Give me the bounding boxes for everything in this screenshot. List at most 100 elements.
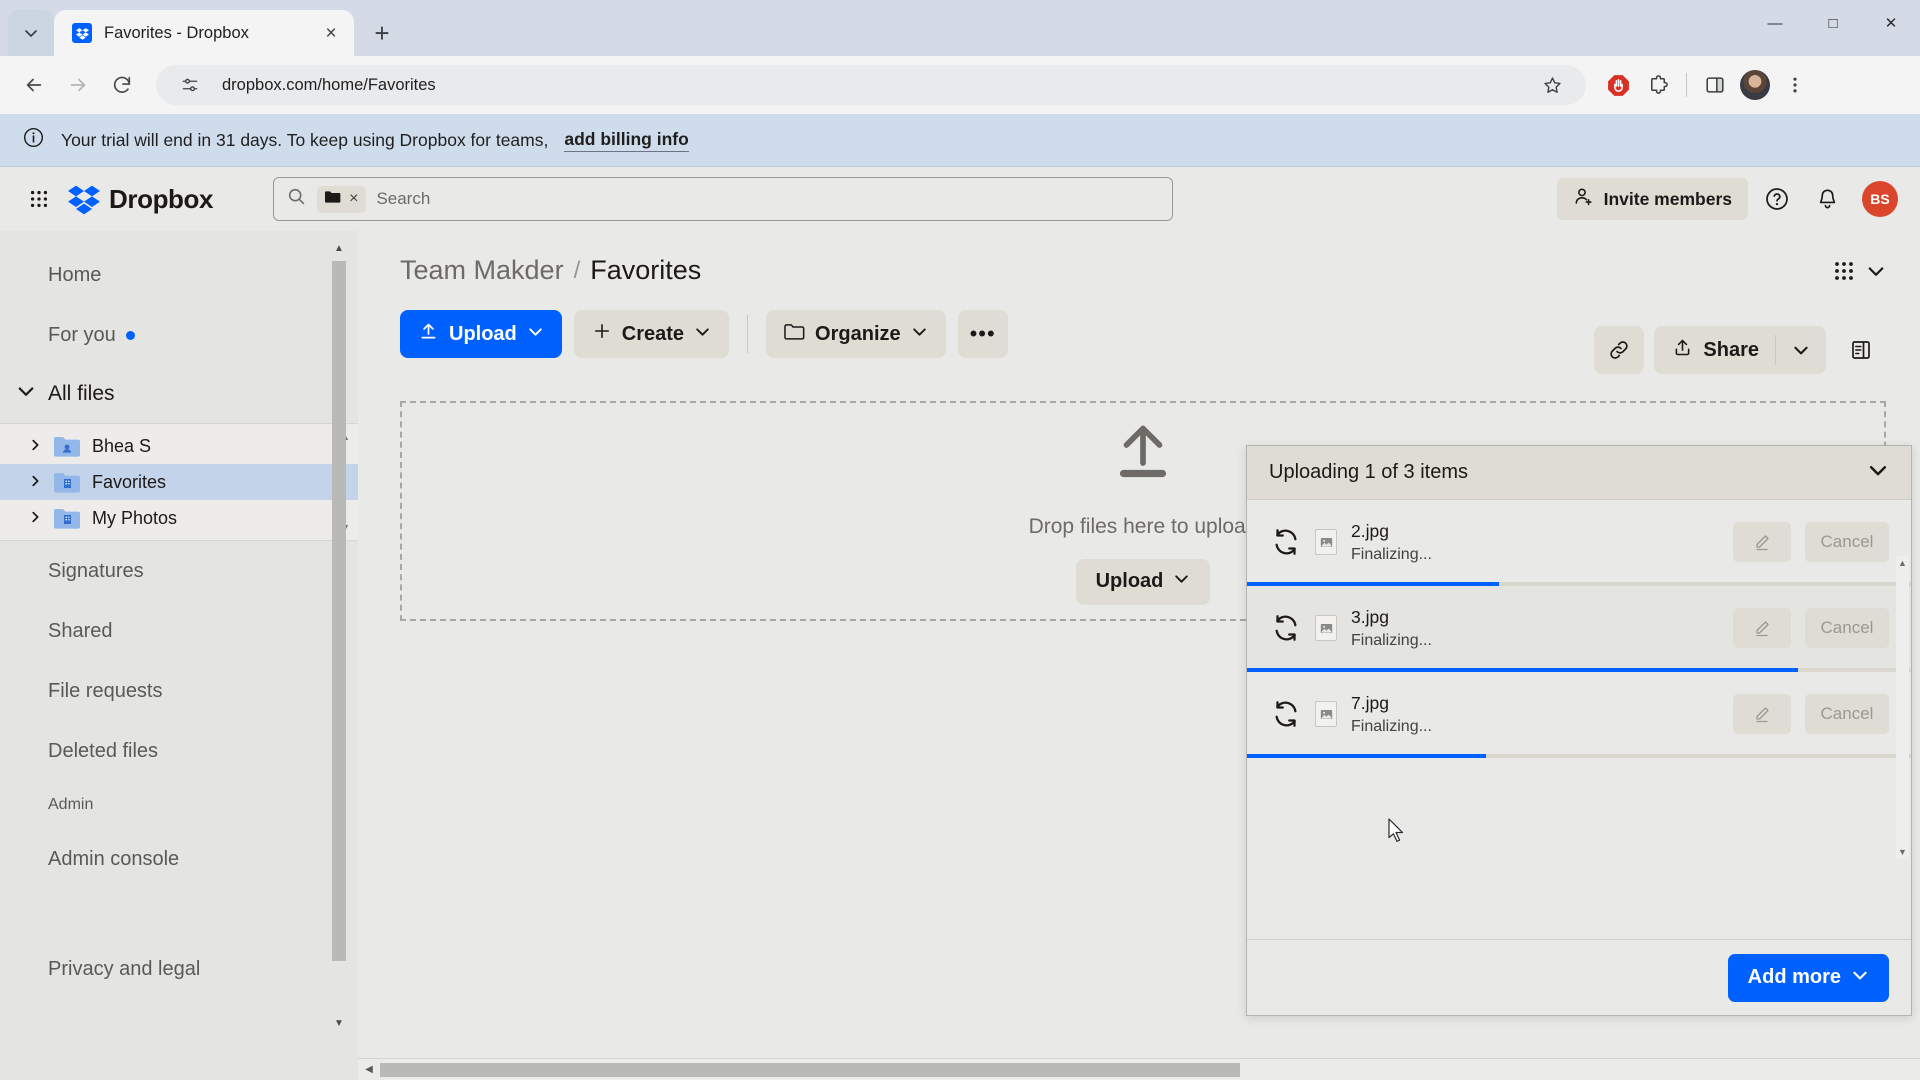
help-icon[interactable] [1756, 178, 1798, 220]
sidebar-scroll-up-icon[interactable]: ▲ [332, 239, 346, 257]
minimize-button[interactable]: — [1746, 0, 1804, 46]
sidebar-item-all-files[interactable]: All files [0, 365, 358, 423]
bookmark-star-icon[interactable] [1534, 67, 1570, 103]
share-button[interactable]: Share [1654, 326, 1826, 374]
bell-icon[interactable] [1806, 178, 1848, 220]
close-window-button[interactable]: ✕ [1862, 0, 1920, 46]
user-avatar[interactable]: BS [1862, 181, 1898, 217]
sidebar-item-label: File requests [48, 679, 163, 702]
dropbox-logo[interactable]: Dropbox [68, 183, 213, 215]
adblock-icon[interactable] [1600, 67, 1636, 103]
folder-label: My Photos [92, 507, 178, 528]
scroll-down-icon[interactable]: ▼ [1896, 845, 1909, 859]
pencil-icon[interactable] [1733, 694, 1791, 734]
forward-icon[interactable] [58, 65, 98, 105]
sidebar-folder-favorites[interactable]: Favorites [0, 464, 358, 500]
maximize-button[interactable]: □ [1804, 0, 1862, 46]
add-billing-info-link[interactable]: add billing info [564, 129, 689, 152]
add-more-button[interactable]: Add more [1727, 953, 1889, 1002]
info-icon [22, 126, 45, 154]
chevron-down-icon [1173, 570, 1190, 593]
chrome-menu-icon[interactable] [1777, 67, 1813, 103]
invite-members-label: Invite members [1603, 188, 1732, 209]
pencil-icon[interactable] [1733, 522, 1791, 562]
scroll-left-icon[interactable]: ◀ [358, 1059, 380, 1080]
shared-folder-icon [54, 436, 80, 457]
breadcrumb: Team Makder / Favorites [400, 231, 1920, 286]
sidebar-scrollbar-thumb[interactable] [332, 261, 346, 961]
horizontal-scrollbar[interactable]: ◀ [358, 1058, 1920, 1080]
share-dropdown-chevron-down-icon[interactable] [1776, 341, 1826, 359]
search-scope-chip[interactable]: × [317, 185, 367, 213]
chevron-right-icon[interactable] [28, 472, 42, 493]
trial-banner-text: Your trial will end in 31 days. To keep … [61, 129, 549, 150]
chevron-down-icon [694, 323, 711, 346]
search-input[interactable]: × Search [273, 177, 1174, 221]
cancel-upload-button[interactable]: Cancel [1805, 694, 1889, 734]
grid-view-icon[interactable] [1832, 259, 1856, 288]
dropzone-text: Drop files here to upload [1028, 514, 1258, 538]
browser-tab[interactable]: Favorites - Dropbox × [54, 10, 354, 56]
scroll-up-icon[interactable]: ▲ [1896, 556, 1909, 570]
sidebar-item-signatures[interactable]: Signatures [0, 541, 358, 601]
sidebar-item-shared[interactable]: Shared [0, 601, 358, 661]
upload-button[interactable]: Upload [400, 310, 562, 358]
chevron-right-icon[interactable] [28, 508, 42, 529]
sidebar-item-label: Signatures [48, 559, 144, 582]
chevron-down-icon[interactable] [1867, 459, 1889, 487]
toolbar-divider [747, 315, 749, 353]
folder-icon [784, 322, 805, 347]
browser-toolbar: dropbox.com/home/Favorites [0, 56, 1920, 114]
cancel-upload-button[interactable]: Cancel [1805, 608, 1889, 648]
mouse-cursor [1388, 818, 1405, 848]
new-tab-button[interactable]: + [362, 13, 402, 53]
more-actions-button[interactable]: ••• [957, 310, 1008, 358]
clear-scope-icon[interactable]: × [349, 190, 358, 208]
upload-file-name: 2.jpg [1351, 520, 1389, 541]
upload-arrow-icon [418, 321, 439, 348]
sidebar-item-admin-console[interactable]: Admin console [0, 829, 358, 889]
back-icon[interactable] [14, 65, 54, 105]
organize-button[interactable]: Organize [766, 310, 946, 358]
tabstrip-chevron-icon[interactable] [8, 10, 54, 56]
sidebar-folder-my-photos[interactable]: My Photos [0, 500, 358, 536]
details-panel-button[interactable] [1836, 326, 1886, 374]
extensions-icon[interactable] [1640, 67, 1676, 103]
copy-link-button[interactable] [1594, 326, 1645, 374]
address-bar[interactable]: dropbox.com/home/Favorites [156, 65, 1586, 105]
reload-icon[interactable] [102, 65, 142, 105]
chevron-right-icon[interactable] [28, 436, 42, 457]
sidebar-scroll-down-icon[interactable]: ▼ [332, 1014, 346, 1032]
team-folder-icon [54, 472, 80, 493]
upload-item: 2.jpg Finalizing... Cancel [1247, 500, 1911, 586]
apps-grid-icon[interactable] [22, 182, 56, 216]
page-title: Favorites [590, 255, 702, 285]
upload-panel-scrollbar[interactable]: ▲ ▼ [1896, 556, 1909, 859]
sidebar-folder-bhea-s[interactable]: Bhea S [0, 428, 358, 464]
create-button[interactable]: Create [573, 310, 730, 358]
sidebar-item-file-requests[interactable]: File requests [0, 661, 358, 721]
invite-members-button[interactable]: Invite members [1556, 178, 1748, 220]
cancel-upload-button[interactable]: Cancel [1805, 522, 1889, 562]
sidebar-item-for-you[interactable]: For you [0, 305, 358, 365]
upload-panel-title: Uploading 1 of 3 items [1269, 461, 1469, 483]
chevron-down-icon[interactable] [16, 381, 36, 407]
breadcrumb-parent[interactable]: Team Makder [400, 255, 564, 286]
hscroll-thumb[interactable] [380, 1062, 1240, 1077]
upload-file-name: 7.jpg [1351, 692, 1389, 713]
view-mode-switcher[interactable] [1832, 259, 1886, 288]
sidebar-item-label: Home [48, 263, 102, 286]
split-view-icon[interactable] [1697, 67, 1733, 103]
profile-avatar[interactable] [1737, 67, 1773, 103]
sidebar-item-privacy-and-legal[interactable]: Privacy and legal [0, 939, 358, 999]
search-placeholder: Search [376, 189, 431, 208]
close-icon[interactable]: × [318, 20, 344, 46]
chevron-down-icon[interactable] [1866, 261, 1886, 286]
dropzone-upload-button[interactable]: Upload [1075, 558, 1211, 605]
sidebar-item-label: Shared [48, 619, 113, 642]
upload-panel-header[interactable]: Uploading 1 of 3 items [1247, 446, 1911, 500]
pencil-icon[interactable] [1733, 608, 1791, 648]
sidebar-item-home[interactable]: Home [0, 245, 358, 305]
page-settings-icon[interactable] [172, 67, 208, 103]
sidebar-item-deleted-files[interactable]: Deleted files [0, 721, 358, 781]
